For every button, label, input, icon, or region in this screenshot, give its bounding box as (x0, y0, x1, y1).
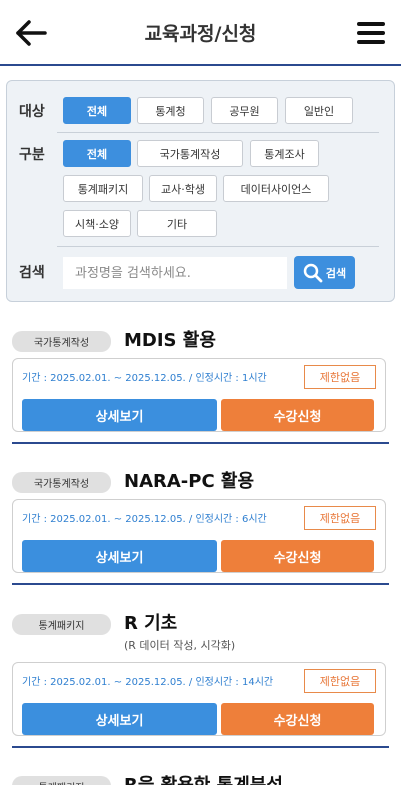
search-button[interactable]: 검색 (294, 256, 355, 289)
detail-button[interactable]: 상세보기 (22, 399, 217, 431)
course-separator (12, 746, 389, 748)
course-separator (12, 442, 389, 444)
target-chip-all[interactable]: 전체 (63, 97, 131, 124)
course-separator (12, 583, 389, 585)
type-chip-statistical-survey[interactable]: 통계조사 (250, 140, 319, 167)
category-badge: 통계패키지 (12, 776, 111, 785)
course-subtitle: (R 데이터 작성, 시각화) (124, 639, 236, 652)
detail-button[interactable]: 상세보기 (22, 703, 217, 735)
search-button-label: 검색 (325, 266, 347, 280)
search-icon (303, 263, 323, 282)
detail-button[interactable]: 상세보기 (22, 540, 217, 572)
type-chip-all[interactable]: 전체 (63, 140, 131, 167)
filter-panel: 대상 전체 통계청 공무원 일반인 구분 전체 국가통계작성 통계조사 통계패키… (6, 80, 395, 302)
type-chip-national-statistics[interactable]: 국가통계작성 (137, 140, 243, 167)
divider (57, 132, 379, 133)
type-chip-data-science[interactable]: 데이터사이언스 (223, 175, 329, 202)
category-badge: 통계패키지 (12, 614, 111, 635)
page-title: 교육과정/신청 (144, 23, 257, 45)
category-badge: 국가통계작성 (12, 331, 111, 352)
target-chip-public-official[interactable]: 공무원 (211, 97, 278, 124)
course-card: 기간 : 2025.02.01. ~ 2025.12.05. / 인정시간 : … (12, 358, 386, 432)
target-label: 대상 (19, 104, 45, 120)
limit-badge: 제한없음 (304, 365, 376, 389)
type-chip-statistical-package[interactable]: 통계패키지 (63, 175, 143, 202)
target-chip-statistics-korea[interactable]: 통계청 (137, 97, 204, 124)
course-period: 기간 : 2025.02.01. ~ 2025.12.05. / 인정시간 : … (22, 373, 267, 384)
course-title[interactable]: NARA-PC 활용 (124, 467, 254, 493)
limit-badge: 제한없음 (304, 506, 376, 530)
course-card: 기간 : 2025.02.01. ~ 2025.12.05. / 인정시간 : … (12, 662, 386, 736)
course-period: 기간 : 2025.02.01. ~ 2025.12.05. / 인정시간 : … (22, 514, 267, 525)
apply-button[interactable]: 수강신청 (221, 703, 374, 735)
limit-badge: 제한없음 (304, 669, 376, 693)
apply-button[interactable]: 수강신청 (221, 399, 374, 431)
search-input[interactable] (63, 257, 287, 289)
hamburger-menu-icon[interactable] (357, 22, 385, 44)
divider (57, 246, 379, 247)
apply-button[interactable]: 수강신청 (221, 540, 374, 572)
course-title[interactable]: R을 활용한 통계분석 (124, 771, 283, 785)
category-badge: 국가통계작성 (12, 472, 111, 493)
course-title[interactable]: R 기초 (124, 609, 177, 635)
search-label: 검색 (19, 265, 45, 281)
type-chip-other[interactable]: 기타 (137, 210, 217, 237)
target-chip-general[interactable]: 일반인 (285, 97, 353, 124)
course-period: 기간 : 2025.02.01. ~ 2025.12.05. / 인정시간 : … (22, 677, 274, 688)
course-card: 기간 : 2025.02.01. ~ 2025.12.05. / 인정시간 : … (12, 499, 386, 573)
app-header: 교육과정/신청 (0, 0, 401, 66)
type-label: 구분 (19, 147, 45, 163)
type-chip-policy-literacy[interactable]: 시책·소양 (63, 210, 131, 237)
type-chip-teacher-student[interactable]: 교사·학생 (149, 175, 217, 202)
course-title[interactable]: MDIS 활용 (124, 326, 216, 352)
